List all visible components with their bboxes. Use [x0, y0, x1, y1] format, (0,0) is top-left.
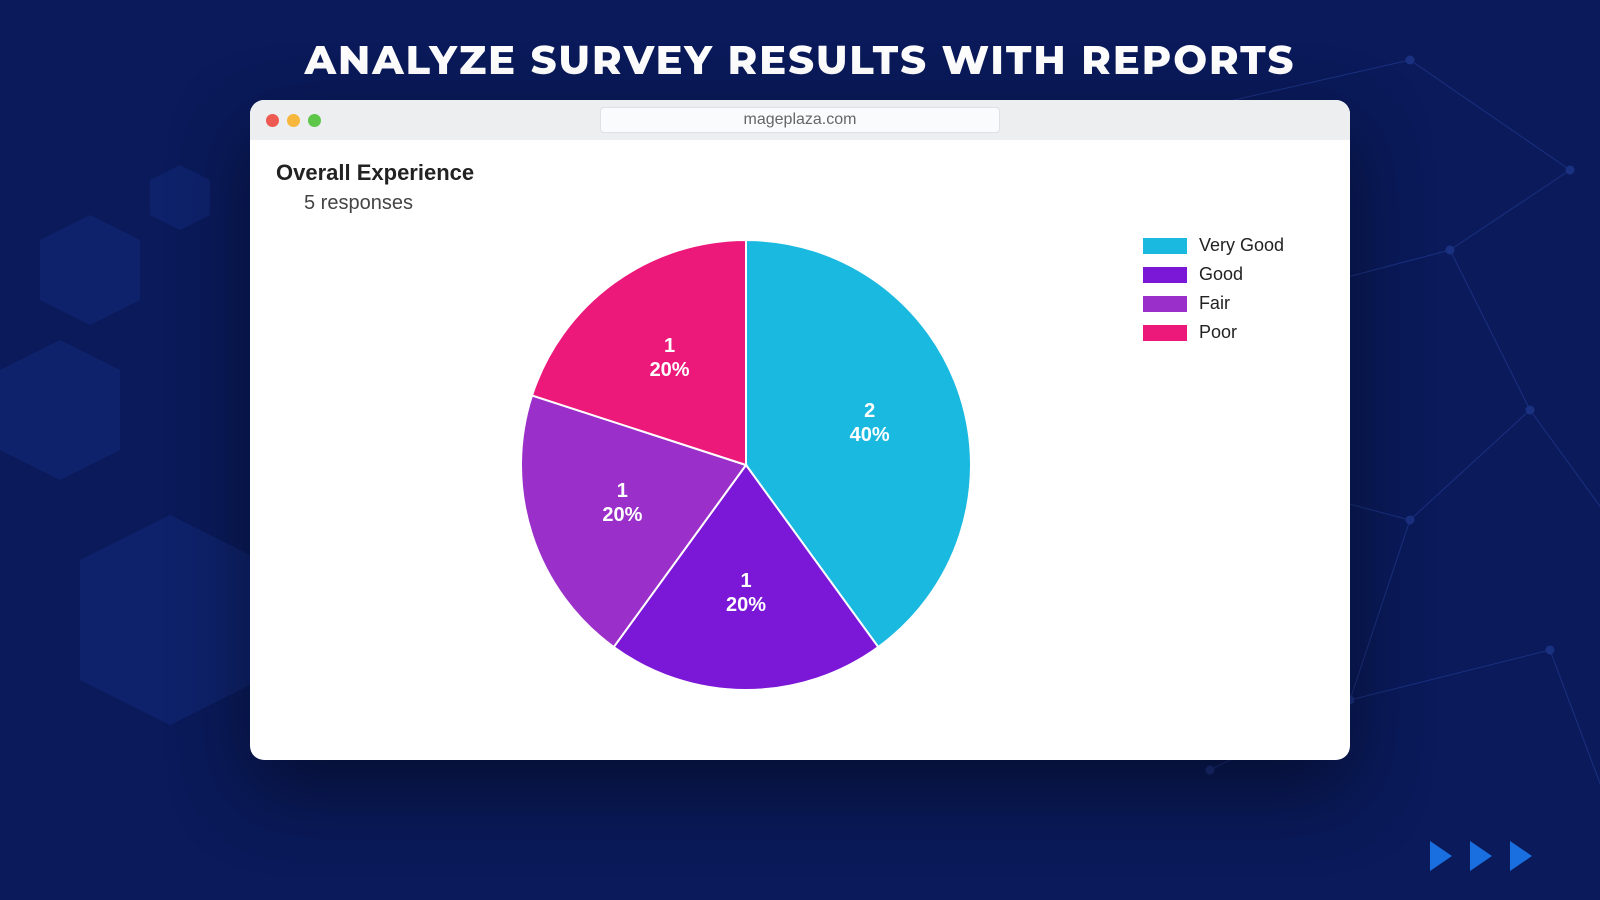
slice-percent-label: 40% — [850, 424, 890, 446]
legend-item[interactable]: Fair — [1143, 293, 1284, 314]
browser-window: mageplaza.com Overall Experience 5 respo… — [250, 100, 1350, 760]
slice-value-label: 1 — [664, 335, 675, 357]
chart-title: Overall Experience — [276, 160, 1324, 186]
chart-area: 240%120%120%120% Very GoodGoodFairPoor — [276, 225, 1324, 725]
legend-item[interactable]: Very Good — [1143, 235, 1284, 256]
pie-chart: 240%120%120%120% — [516, 235, 976, 695]
report-content: Overall Experience 5 responses 240%120%1… — [250, 140, 1350, 760]
legend-label: Fair — [1199, 293, 1230, 314]
chart-subtitle: 5 responses — [304, 192, 1324, 215]
legend-label: Poor — [1199, 322, 1237, 343]
slice-percent-label: 20% — [726, 594, 766, 616]
browser-chrome: mageplaza.com — [250, 100, 1350, 140]
window-close-icon[interactable] — [266, 114, 279, 127]
legend-swatch — [1143, 296, 1187, 312]
slice-percent-label: 20% — [650, 359, 690, 381]
window-maximize-icon[interactable] — [308, 114, 321, 127]
slice-value-label: 1 — [740, 570, 751, 592]
legend-swatch — [1143, 325, 1187, 341]
legend-item[interactable]: Poor — [1143, 322, 1284, 343]
legend-swatch — [1143, 267, 1187, 283]
window-minimize-icon[interactable] — [287, 114, 300, 127]
legend-item[interactable]: Good — [1143, 264, 1284, 285]
url-bar[interactable]: mageplaza.com — [600, 107, 1000, 133]
slice-percent-label: 20% — [602, 504, 642, 526]
legend: Very Good Good Fair Poor — [1143, 235, 1284, 351]
slice-value-label: 2 — [864, 400, 875, 422]
page-title: ANALYZE SURVEY RESULTS WITH REPORTS — [0, 0, 1600, 85]
traffic-lights — [266, 114, 321, 127]
slice-value-label: 1 — [617, 480, 628, 502]
legend-swatch — [1143, 238, 1187, 254]
legend-label: Good — [1199, 264, 1243, 285]
url-text: mageplaza.com — [744, 111, 857, 129]
legend-label: Very Good — [1199, 235, 1284, 256]
